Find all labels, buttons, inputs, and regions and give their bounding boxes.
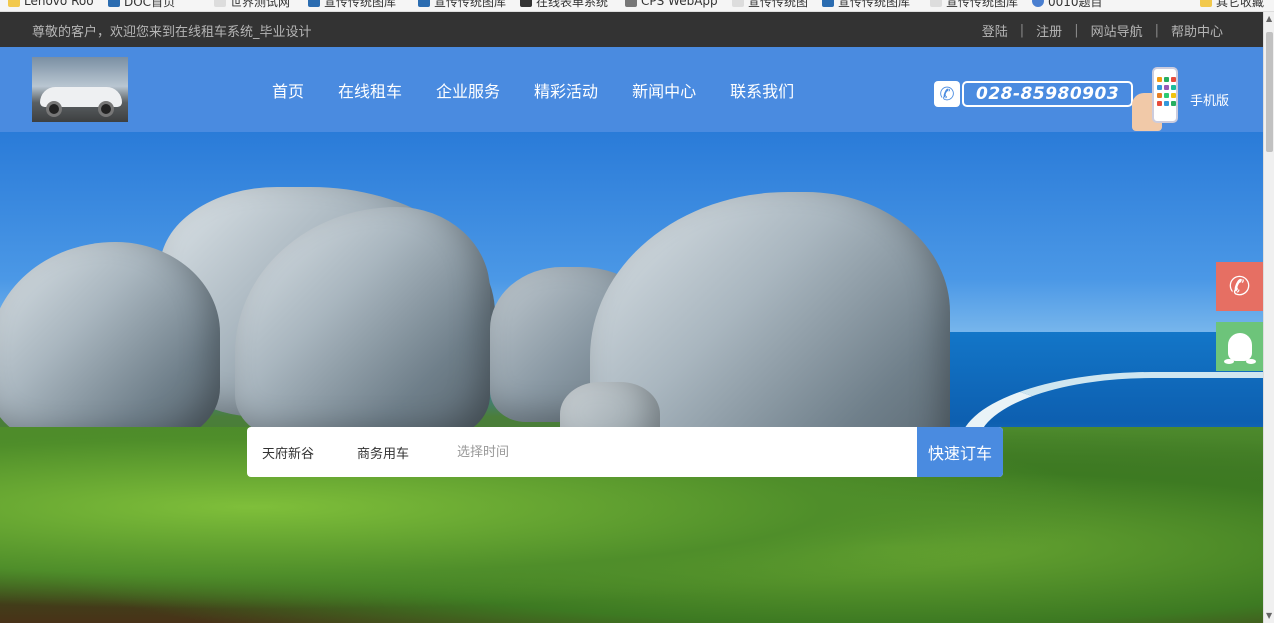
separator: | [1074, 23, 1079, 38]
bookmark-folder-other[interactable]: 其它收藏 [1200, 0, 1264, 9]
folder-icon [8, 0, 20, 7]
hotline: ✆ 028-85980903 [934, 81, 1134, 107]
scrollbar-thumb[interactable] [1266, 32, 1273, 152]
bookmark-item[interactable]: 宣传传统图 [732, 0, 808, 9]
mobile-version[interactable]: 手机版 [1132, 67, 1229, 131]
page-icon [214, 0, 226, 7]
scrollbar[interactable]: ▲ ▼ [1263, 12, 1274, 623]
register-link[interactable]: 注册 [1036, 21, 1062, 40]
help-center-link[interactable]: 帮助中心 [1171, 21, 1223, 40]
top-links: 登陆 | 注册 | 网站导航 | 帮助中心 [982, 21, 1223, 40]
logo-car-wheel [98, 101, 114, 117]
rock [0, 242, 220, 442]
bookmark-item[interactable]: Lenovo Roo [8, 0, 94, 8]
page-icon [732, 0, 744, 7]
nav-item-online-rental[interactable]: 在线租车 [338, 78, 402, 102]
separator: | [1154, 23, 1159, 38]
bookmark-item[interactable]: 宣传传统图库 [930, 0, 1018, 9]
nav-item-activities[interactable]: 精彩活动 [534, 78, 598, 102]
mobile-phone-icon [1132, 67, 1184, 131]
scroll-down-arrow-icon[interactable]: ▼ [1266, 612, 1272, 620]
nav-item-contact[interactable]: 联系我们 [730, 78, 794, 102]
bookmark-item[interactable]: 在线表单系统 [520, 0, 608, 9]
bookmark-icon [418, 0, 430, 7]
bookmark-icon [108, 0, 120, 7]
mobile-version-label: 手机版 [1190, 93, 1230, 109]
nav-item-enterprise[interactable]: 企业服务 [436, 78, 500, 102]
bookmark-item[interactable]: 世界测试网 [214, 0, 290, 9]
page-icon [625, 0, 637, 7]
phone-icon: ✆ [1228, 271, 1251, 302]
separator: | [1019, 23, 1025, 38]
main-nav: 首页 在线租车 企业服务 精彩活动 新闻中心 联系我们 [255, 47, 811, 132]
folder-icon [1200, 0, 1212, 7]
bookmark-item[interactable]: 宣传传统图库 [822, 0, 910, 9]
quick-book-button[interactable]: 快速订车 [917, 427, 1003, 477]
logo-car-wheel [46, 101, 62, 117]
login-link[interactable]: 登陆 [982, 21, 1008, 40]
top-info-bar: 尊敬的客户，欢迎您来到在线租车系统_毕业设计 登陆 | 注册 | 网站导航 | … [0, 12, 1263, 47]
page-icon [930, 0, 942, 7]
nav-item-home[interactable]: 首页 [272, 78, 304, 102]
logo[interactable] [32, 57, 128, 122]
hotline-number: 028-85980903 [962, 81, 1134, 107]
bookmark-item[interactable]: 0010题目 [1032, 0, 1103, 9]
float-phone-button[interactable]: ✆ [1216, 262, 1263, 311]
float-qq-button[interactable] [1216, 322, 1263, 371]
quick-booking-bar: 天府新谷 商务用车 快速订车 [247, 427, 1003, 477]
bookmark-item[interactable]: DOC首页 [108, 0, 175, 9]
bookmark-icon [308, 0, 320, 7]
phone-device [1152, 67, 1178, 123]
location-select[interactable]: 天府新谷 [247, 443, 342, 462]
bookmark-icon [822, 0, 834, 7]
nav-item-news[interactable]: 新闻中心 [632, 78, 696, 102]
welcome-text: 尊敬的客户，欢迎您来到在线租车系统_毕业设计 [32, 25, 312, 40]
phone-icon: ✆ [934, 81, 960, 107]
page: Lenovo Roo DOC首页 世界测试网 宣传传统图库 宣传传统图库 在线表… [0, 0, 1274, 623]
globe-icon [1032, 0, 1044, 7]
time-input[interactable] [442, 427, 917, 477]
browser-bookmarks-bar: Lenovo Roo DOC首页 世界测试网 宣传传统图库 宣传传统图库 在线表… [0, 0, 1274, 12]
hero-banner [0, 132, 1263, 623]
bookmark-item[interactable]: CPS WebApp [625, 0, 718, 8]
qq-icon [1223, 332, 1256, 364]
header: 首页 在线租车 企业服务 精彩活动 新闻中心 联系我们 ✆ 028-859809… [0, 47, 1263, 132]
site-nav-link[interactable]: 网站导航 [1091, 21, 1143, 40]
bookmark-item[interactable]: 宣传传统图库 [418, 0, 506, 9]
scroll-up-arrow-icon[interactable]: ▲ [1266, 15, 1272, 23]
bookmark-item[interactable]: 宣传传统图库 [308, 0, 396, 9]
page-icon [520, 0, 532, 7]
car-type-select[interactable]: 商务用车 [342, 443, 442, 462]
